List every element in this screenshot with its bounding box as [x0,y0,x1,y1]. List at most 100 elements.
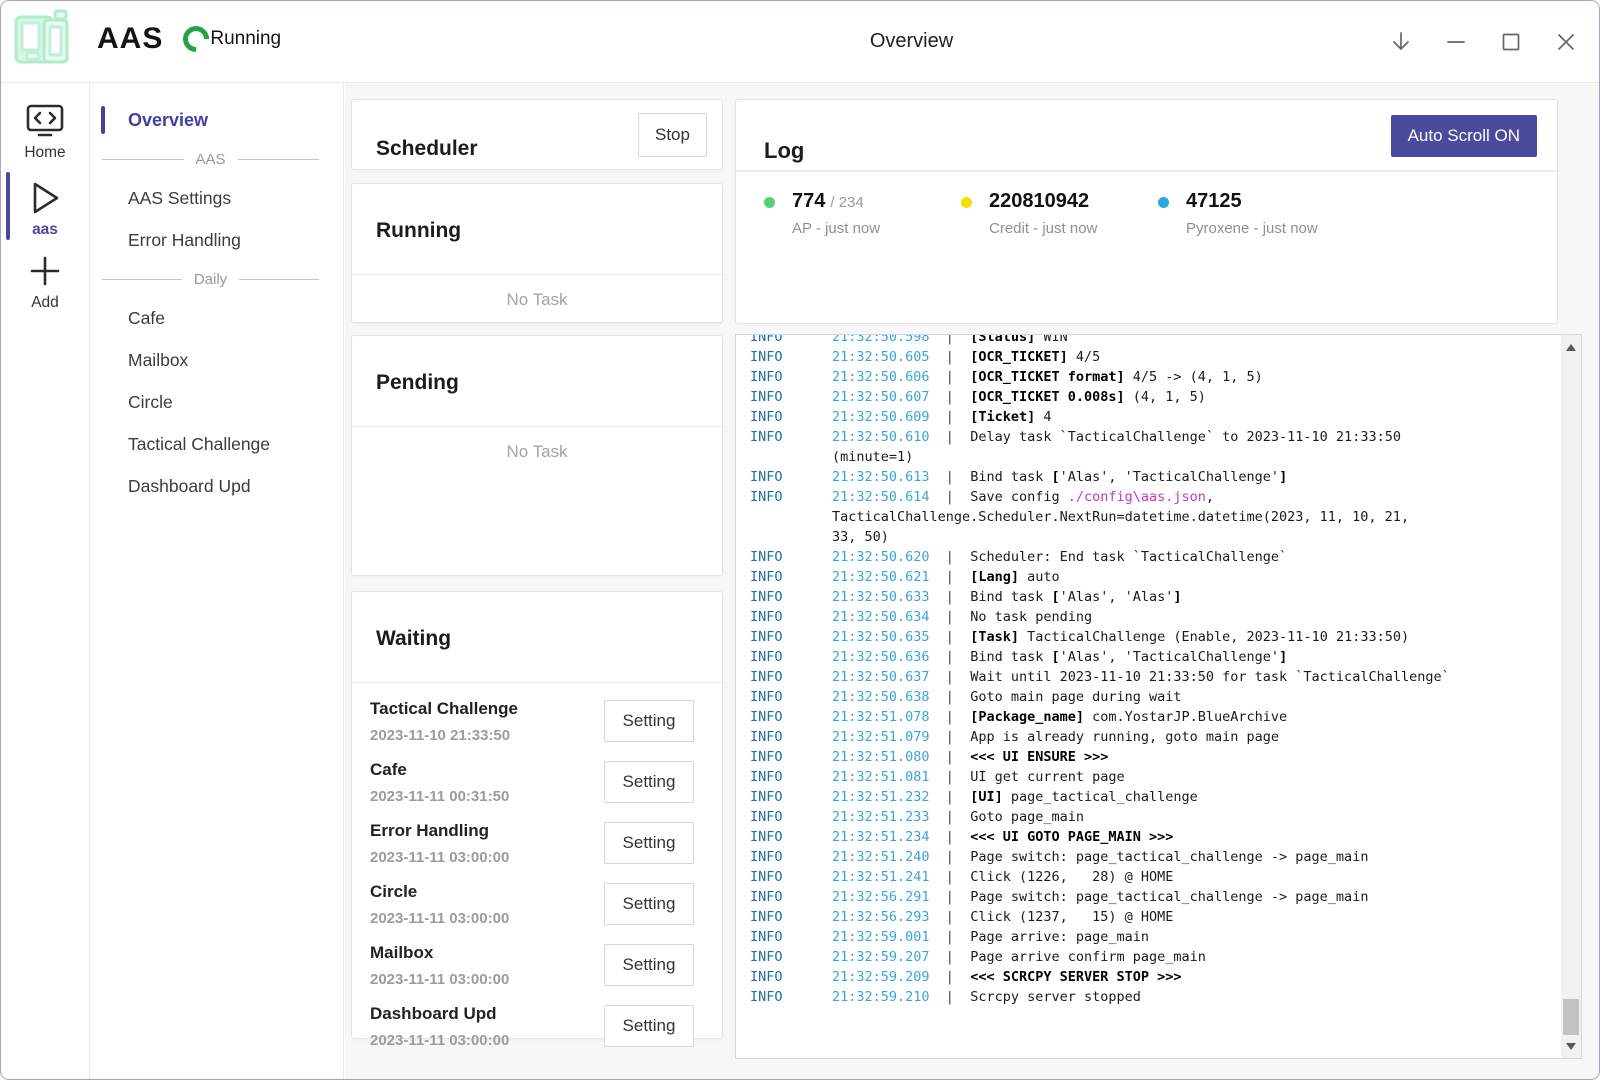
task-setting-button[interactable]: Setting [604,944,694,986]
running-empty-text: No Task [352,290,722,310]
close-button[interactable] [1553,29,1579,55]
home-code-monitor-icon [25,103,65,139]
log-separator: | [930,889,971,905]
log-level: INFO [750,967,832,987]
log-message: Page switch: page_tactical_challenge -> … [970,889,1368,905]
triangle-up-icon [1566,344,1576,351]
log-level: INFO [750,847,832,867]
log-line: INFO21:32:50.638 | Goto main page during… [750,687,1541,707]
log-timestamp: 21:32:50.637 [832,669,930,685]
dashboard-stat: 47125 Pyroxene - just now [1158,190,1355,237]
log-separator: | [930,569,971,585]
stop-button[interactable]: Stop [638,113,707,157]
rail-item-add[interactable]: Add [1,253,89,312]
task-setting-button[interactable]: Setting [604,883,694,925]
stat-dot-icon [1158,197,1169,208]
log-message: Goto main page during wait [970,689,1181,705]
log-line: INFO21:32:51.080 | <<< UI ENSURE >>> [750,747,1541,767]
sidebar-item[interactable]: Mailbox [90,339,343,381]
log-line: INFO21:32:51.079 | App is already runnin… [750,727,1541,747]
log-timestamp: 21:32:50.638 [832,689,930,705]
stat-suffix: / 234 [830,194,863,211]
log-message: Scrcpy server stopped [970,989,1141,1005]
log-message: Bind task ['Alas', 'TacticalChallenge'] [970,649,1287,665]
active-indicator [6,172,10,240]
log-separator: | [930,929,971,945]
sidebar-item[interactable]: Circle [90,381,343,423]
sidebar-section-divider: Daily [90,261,343,297]
scroll-down-button[interactable] [1561,1036,1581,1056]
triangle-down-icon [1566,1043,1576,1050]
log-separator: | [930,909,971,925]
log-level: INFO [750,367,832,387]
sidebar-item[interactable]: Overview [90,99,343,141]
auto-scroll-button[interactable]: Auto Scroll ON [1391,115,1537,157]
sidebar-item[interactable]: AAS Settings [90,177,343,219]
task-next-run-time: 2023-11-11 03:00:00 [370,971,604,988]
log-line: INFO21:32:50.607 | [OCR_TICKET 0.008s] (… [750,387,1541,407]
log-timestamp: 21:32:50.613 [832,469,930,485]
update-download-button[interactable] [1388,29,1414,55]
rail-item-aas[interactable]: aas [1,180,89,239]
sidebar-item[interactable]: Cafe [90,297,343,339]
log-message: Bind task ['Alas', 'TacticalChallenge'] [970,469,1287,485]
sidebar-item[interactable]: Dashboard Upd [90,465,343,507]
log-line: INFO21:32:50.605 | [OCR_TICKET] 4/5 [750,347,1541,367]
rail-label-aas: aas [32,221,58,239]
log-timestamp: 21:32:51.234 [832,829,930,845]
topbar: AAS Running Overview [1,1,1599,83]
waiting-task-row: Error Handling 2023-11-11 03:00:00 Setti… [370,813,694,874]
log-separator: | [930,969,971,985]
minimize-button[interactable] [1443,29,1469,55]
log-separator: | [930,709,971,725]
sidebar-item[interactable]: Tactical Challenge [90,423,343,465]
log-timestamp: 21:32:50.598 [832,334,930,345]
log-level: INFO [750,867,832,887]
scrollbar-thumb[interactable] [1563,999,1579,1035]
log-line: INFO21:32:50.620 | Scheduler: End task `… [750,547,1541,567]
log-timestamp: 21:32:51.233 [832,809,930,825]
rail-item-home[interactable]: Home [1,103,89,162]
log-message: [Status] WIN [970,334,1068,345]
task-setting-button[interactable]: Setting [604,1005,694,1047]
log-line: INFO21:32:50.613 | Bind task ['Alas', 'T… [750,467,1541,487]
log-scrollbar[interactable] [1561,335,1581,1058]
scheduler-panel: Scheduler Stop [351,99,723,170]
log-line: INFO21:32:50.621 | [Lang] auto [750,567,1541,587]
log-message: [OCR_TICKET 0.008s] (4, 1, 5) [970,389,1206,405]
log-message: Wait until 2023-11-10 21:33:50 for task … [970,669,1450,685]
log-message: [Task] TacticalChallenge (Enable, 2023-1… [970,629,1409,645]
task-setting-button[interactable]: Setting [604,822,694,864]
task-next-run-time: 2023-11-11 03:00:00 [370,849,604,866]
log-message: Goto page_main [970,809,1084,825]
sidebar-item-label: Cafe [128,308,165,329]
sidebar-item[interactable]: Error Handling [90,219,343,261]
log-separator: | [930,769,971,785]
log-level: INFO [750,347,832,367]
task-info: Error Handling 2023-11-11 03:00:00 [370,821,604,866]
dashboard-stat: 774 / 234 AP - just now [764,190,961,237]
task-setting-button[interactable]: Setting [604,700,694,742]
maximize-button[interactable] [1498,29,1524,55]
log-console[interactable]: INFO21:32:50.598 | [Status] WIN INFO21:3… [735,334,1582,1059]
log-level: INFO [750,827,832,847]
log-timestamp: 21:32:51.240 [832,849,930,865]
pending-title: Pending [376,371,698,395]
section-label: Daily [194,271,227,288]
waiting-header: Waiting [352,592,722,683]
task-info: Mailbox 2023-11-11 03:00:00 [370,943,604,988]
plus-icon [27,253,63,289]
stat-body: 774 / 234 AP - just now [792,190,880,237]
log-message: [UI] page_tactical_challenge [970,789,1198,805]
waiting-task-row: Tactical Challenge 2023-11-10 21:33:50 S… [370,691,694,752]
task-name: Dashboard Upd [370,1004,604,1024]
log-console-content: INFO21:32:50.598 | [Status] WIN INFO21:3… [736,334,1581,1007]
log-message: App is already running, goto main page [970,729,1279,745]
log-level: INFO [750,407,832,427]
task-setting-button[interactable]: Setting [604,761,694,803]
scroll-up-button[interactable] [1561,337,1581,357]
log-level: INFO [750,787,832,807]
pending-panel: Pending No Task [351,335,723,576]
running-panel: Running No Task [351,183,723,323]
divider-line [102,279,182,280]
